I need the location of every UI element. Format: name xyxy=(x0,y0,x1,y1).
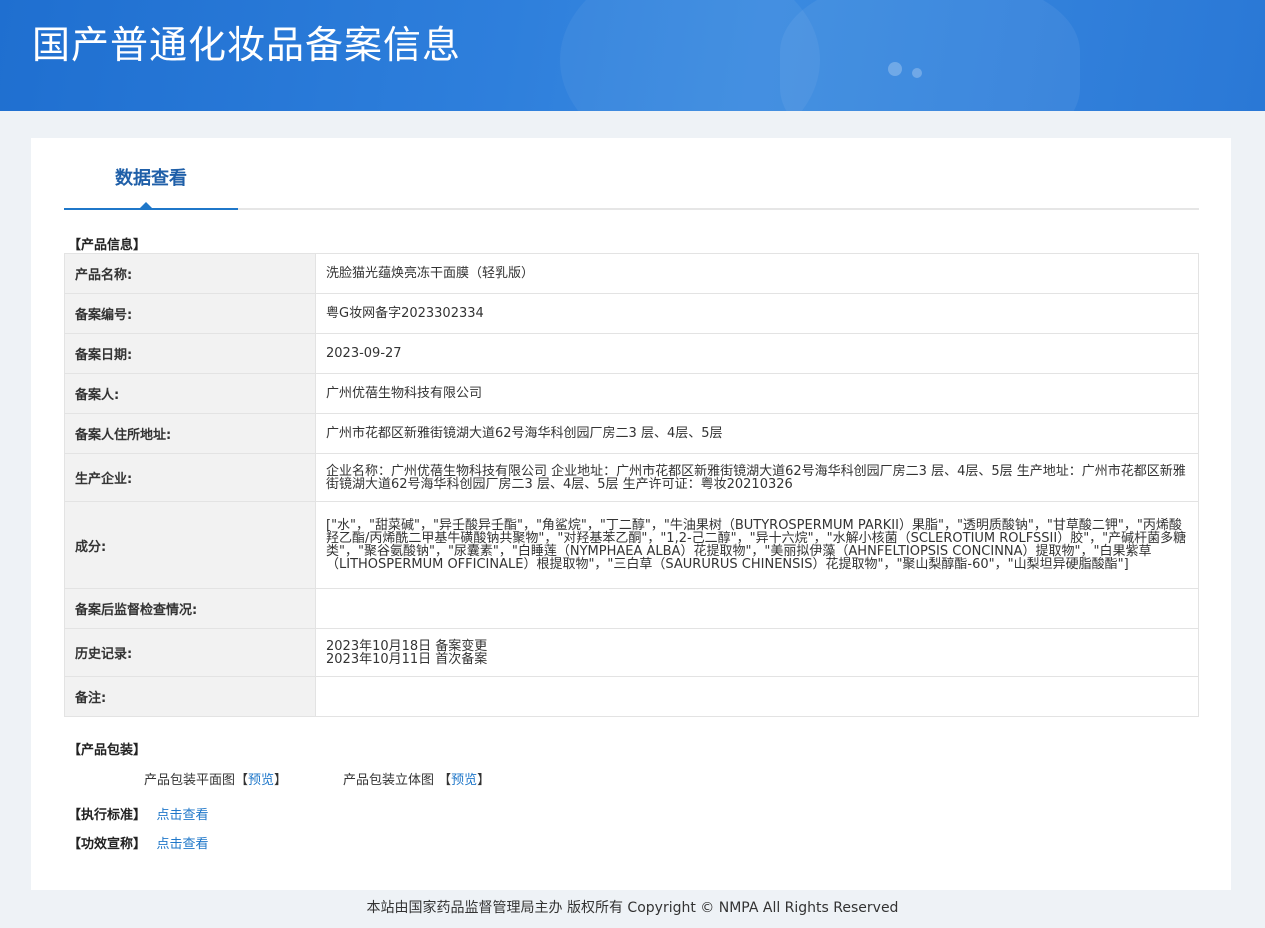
row-value xyxy=(315,676,1199,717)
section-product-info: 【产品信息】 xyxy=(68,238,147,253)
row-value: 洗脸猫光蕴焕亮冻干面膜（轻乳版） xyxy=(315,253,1199,294)
table-row: 备案后监督检查情况: xyxy=(64,588,1199,629)
package-solid-preview-link[interactable]: 预览 xyxy=(451,773,477,788)
tab-data-view[interactable]: 数据查看 xyxy=(64,138,238,210)
row-key: 历史记录: xyxy=(64,628,316,677)
row-key: 备案日期: xyxy=(64,333,316,374)
row-key: 备案人: xyxy=(64,373,316,414)
banner-dot xyxy=(912,68,922,78)
efficacy-view-link[interactable]: 点击查看 xyxy=(157,837,209,852)
row-value: 2023年10月18日 备案变更 2023年10月11日 首次备案 xyxy=(315,628,1199,677)
bracket-close: 】 xyxy=(477,773,491,788)
standard-label: 【执行标准】 xyxy=(68,808,147,823)
row-key: 产品名称: xyxy=(64,253,316,294)
tab-caret-icon xyxy=(140,202,152,208)
section-packaging: 【产品包装】 xyxy=(68,743,147,758)
table-row: 备案人: 广州优蓓生物科技有限公司 xyxy=(64,373,1199,414)
row-key: 成分: xyxy=(64,501,316,589)
standard-view-link[interactable]: 点击查看 xyxy=(157,808,209,823)
table-row: 生产企业: 企业名称：广州优蓓生物科技有限公司 企业地址：广州市花都区新雅街镜湖… xyxy=(64,453,1199,502)
table-row: 备案日期: 2023-09-27 xyxy=(64,333,1199,374)
row-value xyxy=(315,588,1199,629)
history-entry: 2023年10月11日 首次备案 xyxy=(326,651,488,667)
banner-dot xyxy=(888,62,902,76)
package-flat-preview-link[interactable]: 预览 xyxy=(248,773,274,788)
header-banner: 国产普通化妆品备案信息 xyxy=(0,0,1265,111)
row-value: 企业名称：广州优蓓生物科技有限公司 企业地址：广州市花都区新雅街镜湖大道62号海… xyxy=(315,453,1199,502)
row-key: 生产企业: xyxy=(64,453,316,502)
table-row: 备案人住所地址: 广州市花都区新雅街镜湖大道62号海华科创园厂房二3 层、4层、… xyxy=(64,413,1199,454)
table-row: 历史记录: 2023年10月18日 备案变更 2023年10月11日 首次备案 xyxy=(64,628,1199,677)
row-key: 备案人住所地址: xyxy=(64,413,316,454)
table-row: 成分: ["水"，"甜菜碱"，"异壬酸异壬酯"，"角鲨烷"，"丁二醇"，"牛油果… xyxy=(64,501,1199,589)
row-value: 广州优蓓生物科技有限公司 xyxy=(315,373,1199,414)
row-value: 2023-09-27 xyxy=(315,333,1199,374)
package-flat-label: 产品包装平面图【 xyxy=(144,773,249,788)
package-flat-line: 产品包装平面图【预览】 xyxy=(144,769,287,788)
section-standard: 【执行标准】 点击查看 xyxy=(68,804,209,823)
package-solid-label: 产品包装立体图 【 xyxy=(343,773,452,788)
table-row: 备注: xyxy=(64,676,1199,717)
row-key: 备注: xyxy=(64,676,316,717)
table-row: 备案编号: 粤G妆网备字2023302334 xyxy=(64,293,1199,334)
history-entry: 2023年10月18日 备案变更 xyxy=(326,638,488,654)
row-key: 备案后监督检查情况: xyxy=(64,588,316,629)
footer-copyright: 本站由国家药品监督管理局主办 版权所有 Copyright © NMPA All… xyxy=(366,900,899,916)
bracket-close: 】 xyxy=(274,773,288,788)
page-title: 国产普通化妆品备案信息 xyxy=(32,23,462,67)
tab-bar: 数据查看 xyxy=(64,138,1199,210)
row-value: 广州市花都区新雅街镜湖大道62号海华科创园厂房二3 层、4层、5层 xyxy=(315,413,1199,454)
row-value: 粤G妆网备字2023302334 xyxy=(315,293,1199,334)
row-key: 备案编号: xyxy=(64,293,316,334)
banner-decoration xyxy=(780,0,1080,111)
efficacy-label: 【功效宣称】 xyxy=(68,837,147,852)
section-efficacy: 【功效宣称】 点击查看 xyxy=(68,833,209,852)
content-card: 数据查看 【产品信息】 产品名称: 洗脸猫光蕴焕亮冻干面膜（轻乳版） 备案编号:… xyxy=(31,138,1231,890)
table-row: 产品名称: 洗脸猫光蕴焕亮冻干面膜（轻乳版） xyxy=(64,253,1199,294)
package-solid-line: 产品包装立体图 【预览】 xyxy=(343,769,490,788)
product-info-table: 产品名称: 洗脸猫光蕴焕亮冻干面膜（轻乳版） 备案编号: 粤G妆网备字20233… xyxy=(64,253,1199,717)
row-value: ["水"，"甜菜碱"，"异壬酸异壬酯"，"角鲨烷"，"丁二醇"，"牛油果树（BU… xyxy=(315,501,1199,589)
tab-label: 数据查看 xyxy=(115,168,187,189)
